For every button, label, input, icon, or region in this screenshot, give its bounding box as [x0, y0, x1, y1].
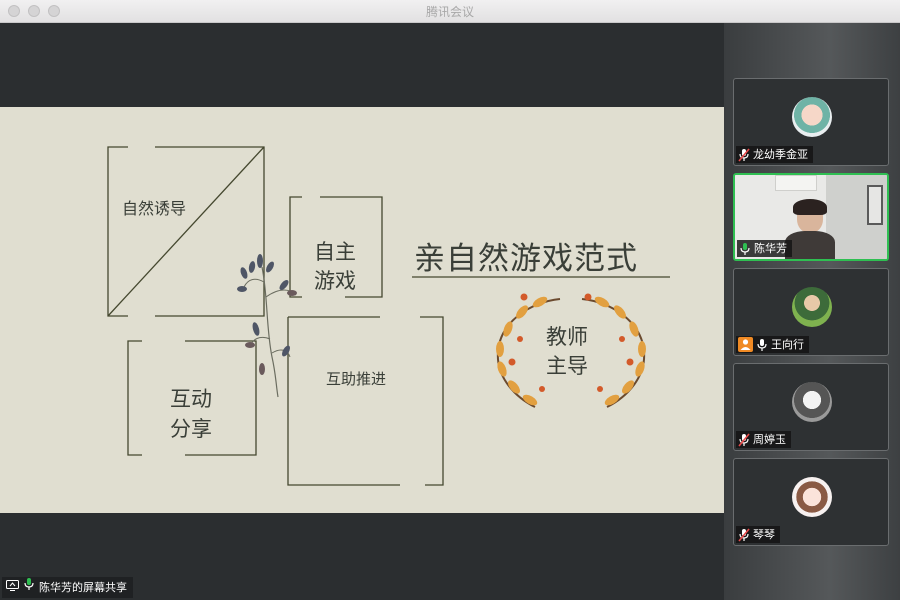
shared-screen-area: 自然诱导 自主 游戏 互助推进 互动 分享 亲自然游戏范式 教师 主导 — [0, 23, 724, 600]
participant-name-tag: 龙幼季金亚 — [736, 146, 813, 163]
participant-name: 龙幼季金亚 — [753, 148, 808, 161]
participant-name-tag: 王向行 — [736, 336, 809, 353]
participant-name: 王向行 — [771, 338, 804, 351]
avatar — [792, 477, 832, 517]
window-title: 腾讯会议 — [425, 5, 474, 19]
participant-name-tag: 周婷玉 — [736, 431, 791, 448]
mic-icon — [756, 338, 768, 352]
participant-tile[interactable]: 周婷玉 — [733, 363, 889, 451]
avatar — [792, 382, 832, 422]
mic-active-icon — [23, 577, 35, 598]
shared-slide: 自然诱导 自主 游戏 互助推进 互动 分享 亲自然游戏范式 教师 主导 — [0, 107, 724, 513]
box-autonomous-play-line2: 游戏 — [314, 269, 356, 293]
avatar — [792, 287, 832, 327]
box-interaction-line2: 分享 — [170, 417, 212, 441]
box-autonomous-play-line1: 自主 — [314, 240, 356, 264]
screen-share-indicator[interactable]: 陈华芳的屏幕共享 — [2, 577, 133, 598]
participant-name: 琴琴 — [753, 528, 775, 541]
participants-panel: 龙幼季金亚 陈华芳 王向行 周婷玉 琴琴 — [724, 23, 900, 600]
host-badge-icon — [738, 337, 753, 352]
box-interaction-line1: 互动 — [170, 387, 212, 411]
participant-name: 陈华芳 — [754, 242, 787, 255]
avatar — [792, 97, 832, 137]
participant-name-tag: 琴琴 — [736, 526, 780, 543]
screen-share-label: 陈华芳的屏幕共享 — [39, 581, 127, 594]
mic-muted-icon — [738, 432, 750, 447]
mic-active-icon — [739, 242, 751, 256]
window-titlebar: 腾讯会议 — [0, 0, 900, 23]
mic-muted-icon — [738, 147, 750, 162]
teacher-led-line1: 教师 — [546, 325, 588, 349]
participant-name-tag: 陈华芳 — [737, 240, 792, 257]
teacher-led-line2: 主导 — [546, 354, 588, 378]
box-natural-guidance: 自然诱导 — [122, 199, 187, 218]
participant-tile-active-speaker[interactable]: 陈华芳 — [733, 173, 889, 261]
box-mutual-help: 互助推进 — [326, 370, 387, 388]
screen-share-icon — [6, 577, 19, 598]
slide-frames — [107, 146, 670, 486]
slide-title: 亲自然游戏范式 — [414, 241, 638, 277]
participant-name: 周婷玉 — [753, 433, 786, 446]
participant-tile[interactable]: 龙幼季金亚 — [733, 78, 889, 166]
participant-tile[interactable]: 王向行 — [733, 268, 889, 356]
participant-tile[interactable]: 琴琴 — [733, 458, 889, 546]
mic-muted-icon — [738, 527, 750, 542]
